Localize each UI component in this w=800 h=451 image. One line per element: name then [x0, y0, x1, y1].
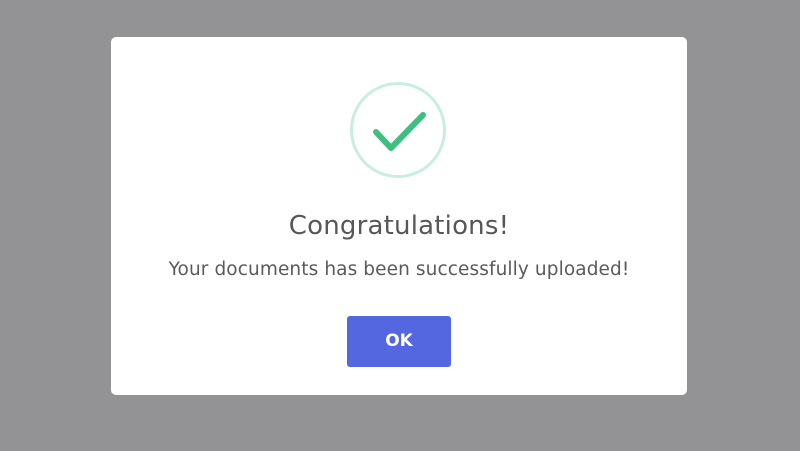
modal-backdrop: Congratulations! Your documents has been…	[0, 0, 800, 451]
checkmark-circle-icon	[350, 82, 446, 178]
dialog-message: Your documents has been successfully upl…	[168, 259, 630, 280]
success-dialog: Congratulations! Your documents has been…	[111, 37, 687, 395]
checkmark-icon	[373, 112, 426, 151]
ok-button[interactable]: OK	[347, 316, 451, 367]
dialog-title: Congratulations!	[288, 211, 510, 241]
